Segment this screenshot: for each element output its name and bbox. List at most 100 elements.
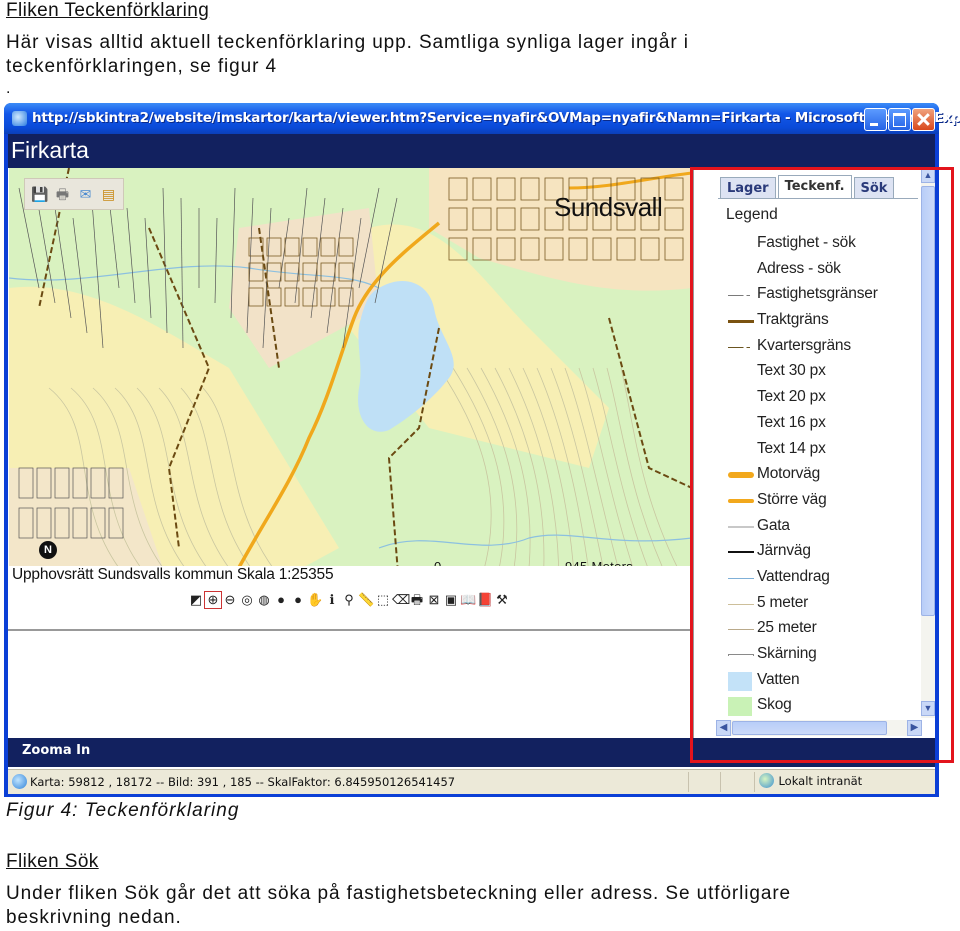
panel-vertical-scrollbar[interactable]: ▲ ▼ [921, 168, 935, 718]
report-icon[interactable]: ▣ [443, 592, 459, 608]
email-icon[interactable]: ✉ [77, 186, 94, 203]
tab-divider [718, 198, 918, 199]
section-heading-sok: Fliken Sök [6, 851, 99, 872]
legend-swatch-icon [728, 671, 752, 691]
legend-item: Traktgräns [722, 309, 922, 335]
zoom-out-icon[interactable]: ⊖ [222, 592, 238, 608]
legend-item-label: Fastighet - sök [757, 234, 856, 251]
legend-list: Fastighet - sök Adress - sök Fastighetsgrä… [722, 232, 922, 720]
zoom-next-icon[interactable]: ● [290, 592, 306, 608]
property-line [162, 187, 168, 334]
legend-item-label: Vattendrag [757, 567, 830, 585]
window-title: http://sbkintra2/website/imskartor/karta… [32, 110, 960, 126]
sok-paragraph-line-2: beskrivning nedan. [6, 907, 182, 928]
legend-item: Gata [722, 515, 922, 541]
zoom-previous-icon[interactable]: ● [273, 592, 289, 608]
legend-swatch-icon [728, 346, 754, 348]
intro-paragraph-line-2: teckenförklaringen, se figur 4 [6, 56, 277, 77]
legend-item-label: Motorväg [757, 465, 821, 483]
book-icon[interactable]: 📖 [460, 592, 476, 608]
status-separator [720, 772, 721, 792]
scroll-down-button[interactable]: ▼ [921, 701, 935, 716]
intranet-zone-icon [759, 773, 774, 789]
extent-icon[interactable]: ⊠ [426, 592, 442, 608]
window-titlebar[interactable]: http://sbkintra2/website/imskartor/karta… [4, 103, 960, 134]
tools-icon[interactable]: ⚒ [494, 592, 510, 608]
book-alt-icon[interactable]: 📕 [477, 592, 493, 608]
tool-status-bar: Zooma In [8, 738, 935, 767]
legend-swatch-icon [728, 629, 754, 631]
figure-caption: Figur 4: Teckenförklaring [6, 800, 240, 821]
divider [8, 629, 692, 631]
legend-item-label: Text 16 px [757, 413, 826, 431]
legend-item: 25 meter [722, 617, 922, 643]
legend-item-label: Kvartersgräns [757, 336, 851, 354]
app-title: Firkarta [11, 137, 89, 163]
tab-lager[interactable]: Lager [720, 177, 776, 198]
save-icon[interactable]: 💾 [31, 186, 48, 203]
property-line [180, 197, 184, 349]
close-button[interactable] [912, 108, 935, 131]
river [378, 534, 692, 549]
security-zone-label: Lokalt intranät [778, 773, 863, 788]
identify-icon[interactable]: ℹ [324, 592, 340, 608]
print-map-icon[interactable]: 🖶 [409, 592, 425, 608]
scroll-up-button[interactable]: ▲ [921, 168, 935, 183]
find-icon[interactable]: ⚲ [341, 592, 357, 608]
legend-item-label: Större väg [757, 490, 827, 508]
scroll-left-button[interactable]: ◀ [716, 720, 731, 736]
export-icon[interactable]: ▤ [100, 186, 117, 203]
pan-icon[interactable]: ✋ [307, 592, 323, 608]
horizontal-scroll-thumb[interactable] [732, 721, 887, 735]
legend-item-label: Text 14 px [757, 439, 826, 457]
stray-period: . [6, 80, 11, 97]
legend-item: Fastighet - sök [722, 232, 922, 258]
zoom-full-icon[interactable]: ◎ [239, 592, 255, 608]
legend-item-label: Text 30 px [757, 362, 826, 380]
overview-toggle-icon[interactable]: ◩ [188, 592, 204, 608]
intro-paragraph-line-1: Här visas alltid aktuell teckenförklarin… [6, 32, 689, 53]
legend-item: 5 meter [722, 592, 922, 618]
zoom-layer-icon[interactable]: ◍ [256, 592, 272, 608]
legend-item: Järnväg [722, 540, 922, 566]
copyright-and-scale-text: Upphovsrätt Sundsvalls kommun Skala 1:25… [12, 566, 334, 583]
legend-item-label: Fastighetsgränser [757, 285, 878, 303]
browser-client-area: Firkarta 💾🖶✉▤ Sundsvall N 0 945 Meters U… [8, 134, 935, 794]
side-panel: Lager Teckenf. Sök Legend Fastighet - sök A… [692, 168, 935, 738]
map-canvas[interactable]: 💾🖶✉▤ Sundsvall N 0 945 Meters [9, 168, 692, 586]
section-heading-teckenforklaring: Fliken Teckenförklaring [6, 0, 210, 21]
maximize-button[interactable] [888, 108, 911, 131]
legend-item-label: Vatten [757, 670, 800, 688]
tab-sök[interactable]: Sök [853, 177, 895, 198]
legend-swatch-icon [728, 525, 754, 528]
legend-item: Text 20 px [722, 386, 922, 412]
legend-item-label: Järnväg [757, 542, 811, 560]
legend-item: Vatten [722, 669, 922, 695]
security-zone: Lokalt intranät [754, 772, 862, 792]
legend-swatch-icon [728, 320, 754, 324]
print-icon[interactable]: 🖶 [54, 186, 71, 203]
map-quick-toolbar: 💾 🖶 ✉ ▤ [24, 178, 124, 210]
scroll-right-button[interactable]: ▶ [907, 720, 922, 736]
legend-swatch-icon [728, 654, 754, 656]
legend-swatch-icon [728, 498, 754, 503]
legend-item: Vattendrag [722, 566, 922, 592]
legend-item: Text 30 px [722, 360, 922, 386]
legend-item-label: Gata [757, 516, 790, 534]
measure-icon[interactable]: 📏 [358, 592, 374, 608]
clear-selection-icon[interactable]: ⌫ [392, 592, 410, 608]
legend-swatch-icon [728, 551, 754, 554]
property-line [126, 207, 136, 304]
zoom-in-icon[interactable]: ⊕ [204, 591, 222, 609]
property-line [214, 217, 218, 304]
vertical-scroll-thumb[interactable] [921, 186, 935, 616]
map-tool-row: ◩ ⊕ ⊖ ◎ ◍ ● ● ✋ ℹ ⚲ 📏 ⬚ ⌫ 🖶 ⊠ ▣ 📖 📕 ⚒ [188, 591, 510, 610]
tab-teckenf[interactable]: Teckenf. [777, 175, 852, 198]
panel-horizontal-scrollbar[interactable]: ◀ ▶ [716, 720, 922, 736]
select-rectangle-icon[interactable]: ⬚ [375, 592, 391, 608]
minimize-button[interactable] [864, 108, 887, 131]
ie-page-icon [12, 111, 27, 126]
legend-item-label: 25 meter [757, 619, 817, 637]
map-graphics [9, 168, 692, 586]
legend-swatch-icon [728, 577, 754, 579]
